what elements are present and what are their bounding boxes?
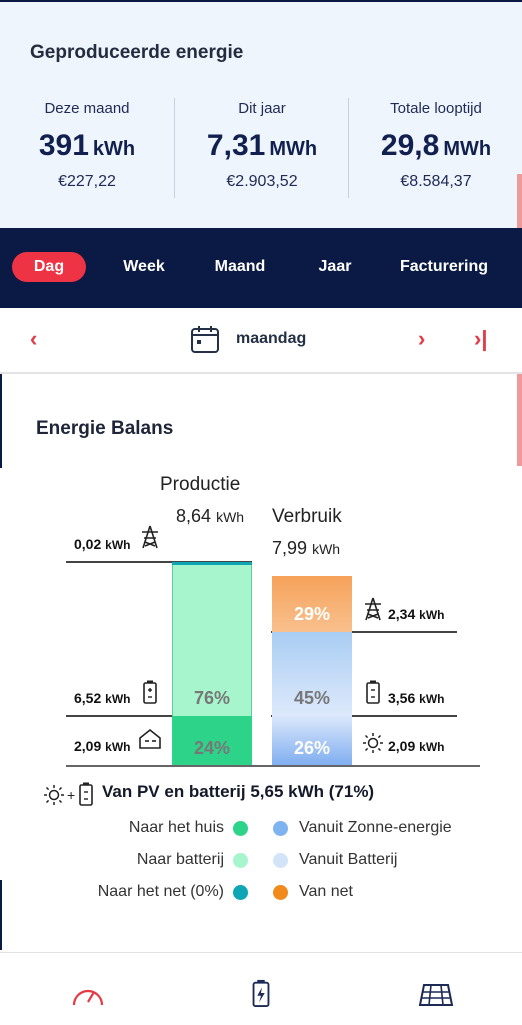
legend-dot (233, 853, 248, 868)
stat-money: €8.584,37 (400, 173, 472, 190)
stat-money: €2.903,52 (226, 173, 298, 190)
consumption-grid-value: 2,34 kWh (388, 606, 445, 622)
legend-dot (233, 821, 248, 836)
consumption-solar-percent: 26% (293, 738, 331, 758)
legend-dot (273, 821, 288, 836)
production-battery-percent: 76% (193, 688, 231, 708)
pylon-icon (142, 525, 158, 549)
consumption-battery-percent: 45% (293, 688, 331, 708)
next-day-button[interactable]: › (418, 326, 425, 352)
legend-label: Naar batterij (136, 851, 224, 868)
left-edge (0, 880, 2, 950)
stat-value: 391 kWh (38, 129, 136, 162)
previous-day-button[interactable]: ‹ (30, 326, 37, 352)
plus-icon: + (67, 787, 76, 803)
legend-dot (273, 853, 288, 868)
date-label: maandag (236, 330, 307, 347)
tab-day[interactable]: Dag (12, 252, 86, 282)
solar-panel-icon[interactable] (418, 981, 454, 1009)
battery-icon (143, 680, 157, 704)
legend-label: Vanuit Zonne-energie (299, 819, 452, 836)
last-day-button[interactable]: ›| (474, 326, 487, 352)
bottom-navigation (0, 952, 522, 1025)
gauge-icon[interactable] (70, 981, 106, 1009)
baseline (66, 765, 480, 767)
production-grid-value: 0,02 kWh (74, 536, 131, 552)
production-home-value: 2,09 kWh (74, 738, 131, 754)
tab-week[interactable]: Week (110, 252, 178, 282)
legend-label: Naar het huis (128, 819, 224, 836)
stat-label: Totale looptijd (390, 100, 482, 117)
stat-label: Dit jaar (238, 100, 286, 117)
tab-year[interactable]: Jaar (305, 252, 365, 282)
legend-label: Van net (299, 883, 353, 900)
sun-icon (44, 785, 64, 805)
production-title: Productie (160, 474, 241, 495)
stat-this-month: Deze maand 391 kWh €227,22 (0, 100, 174, 191)
production-total: 8,64 kWh (176, 506, 245, 526)
battery-icon (366, 680, 380, 704)
production-header: Geproduceerde energie Deze maand 391 kWh … (0, 2, 522, 228)
legend-label: Vanuit Batterij (299, 851, 398, 868)
stat-value: 29,8 MWh (380, 129, 492, 162)
tab-billing[interactable]: Facturering (390, 252, 498, 282)
consumption-battery-value: 3,56 kWh (388, 690, 445, 706)
stat-lifetime: Totale looptijd 29,8 MWh €8.584,37 (349, 100, 522, 191)
battery-icon (79, 782, 93, 806)
home-icon (139, 728, 161, 749)
page-title: Geproduceerde energie (30, 42, 244, 63)
sun-icon (363, 733, 383, 753)
tab-month[interactable]: Maand (200, 252, 280, 282)
consumption-title: Verbruik (272, 506, 342, 527)
production-home-percent: 24% (193, 738, 231, 758)
stat-label: Deze maand (44, 100, 130, 117)
pv-summary: Van PV en batterij 5,65 kWh (71%) (102, 782, 375, 801)
consumption-total: 7,99 kWh (272, 538, 341, 558)
section-title: Energie Balans (36, 418, 174, 439)
period-tabs: Dag Week Maand Jaar Facturering (0, 228, 522, 308)
consumption-solar-value: 2,09 kWh (388, 738, 445, 754)
consumption-grid-percent: 29% (293, 604, 331, 624)
legend-label: Naar het net (0%) (97, 883, 224, 900)
production-battery-value: 6,52 kWh (74, 690, 131, 706)
pylon-icon (365, 597, 381, 621)
battery-icon[interactable] (243, 979, 279, 1007)
stat-this-year: Dit jaar 7,31 MWh €2.903,52 (175, 100, 349, 191)
calendar-icon[interactable] (190, 324, 220, 354)
stat-money: €227,22 (58, 173, 116, 190)
stat-value: 7,31 MWh (206, 129, 318, 162)
legend-dot (233, 885, 248, 900)
energy-balance-chart: Productie 8,64 kWh Verbruik 7,99 kWh 76%… (0, 460, 522, 790)
legend-dot (273, 885, 288, 900)
date-navigator: ‹ maandag › ›| (0, 308, 522, 374)
